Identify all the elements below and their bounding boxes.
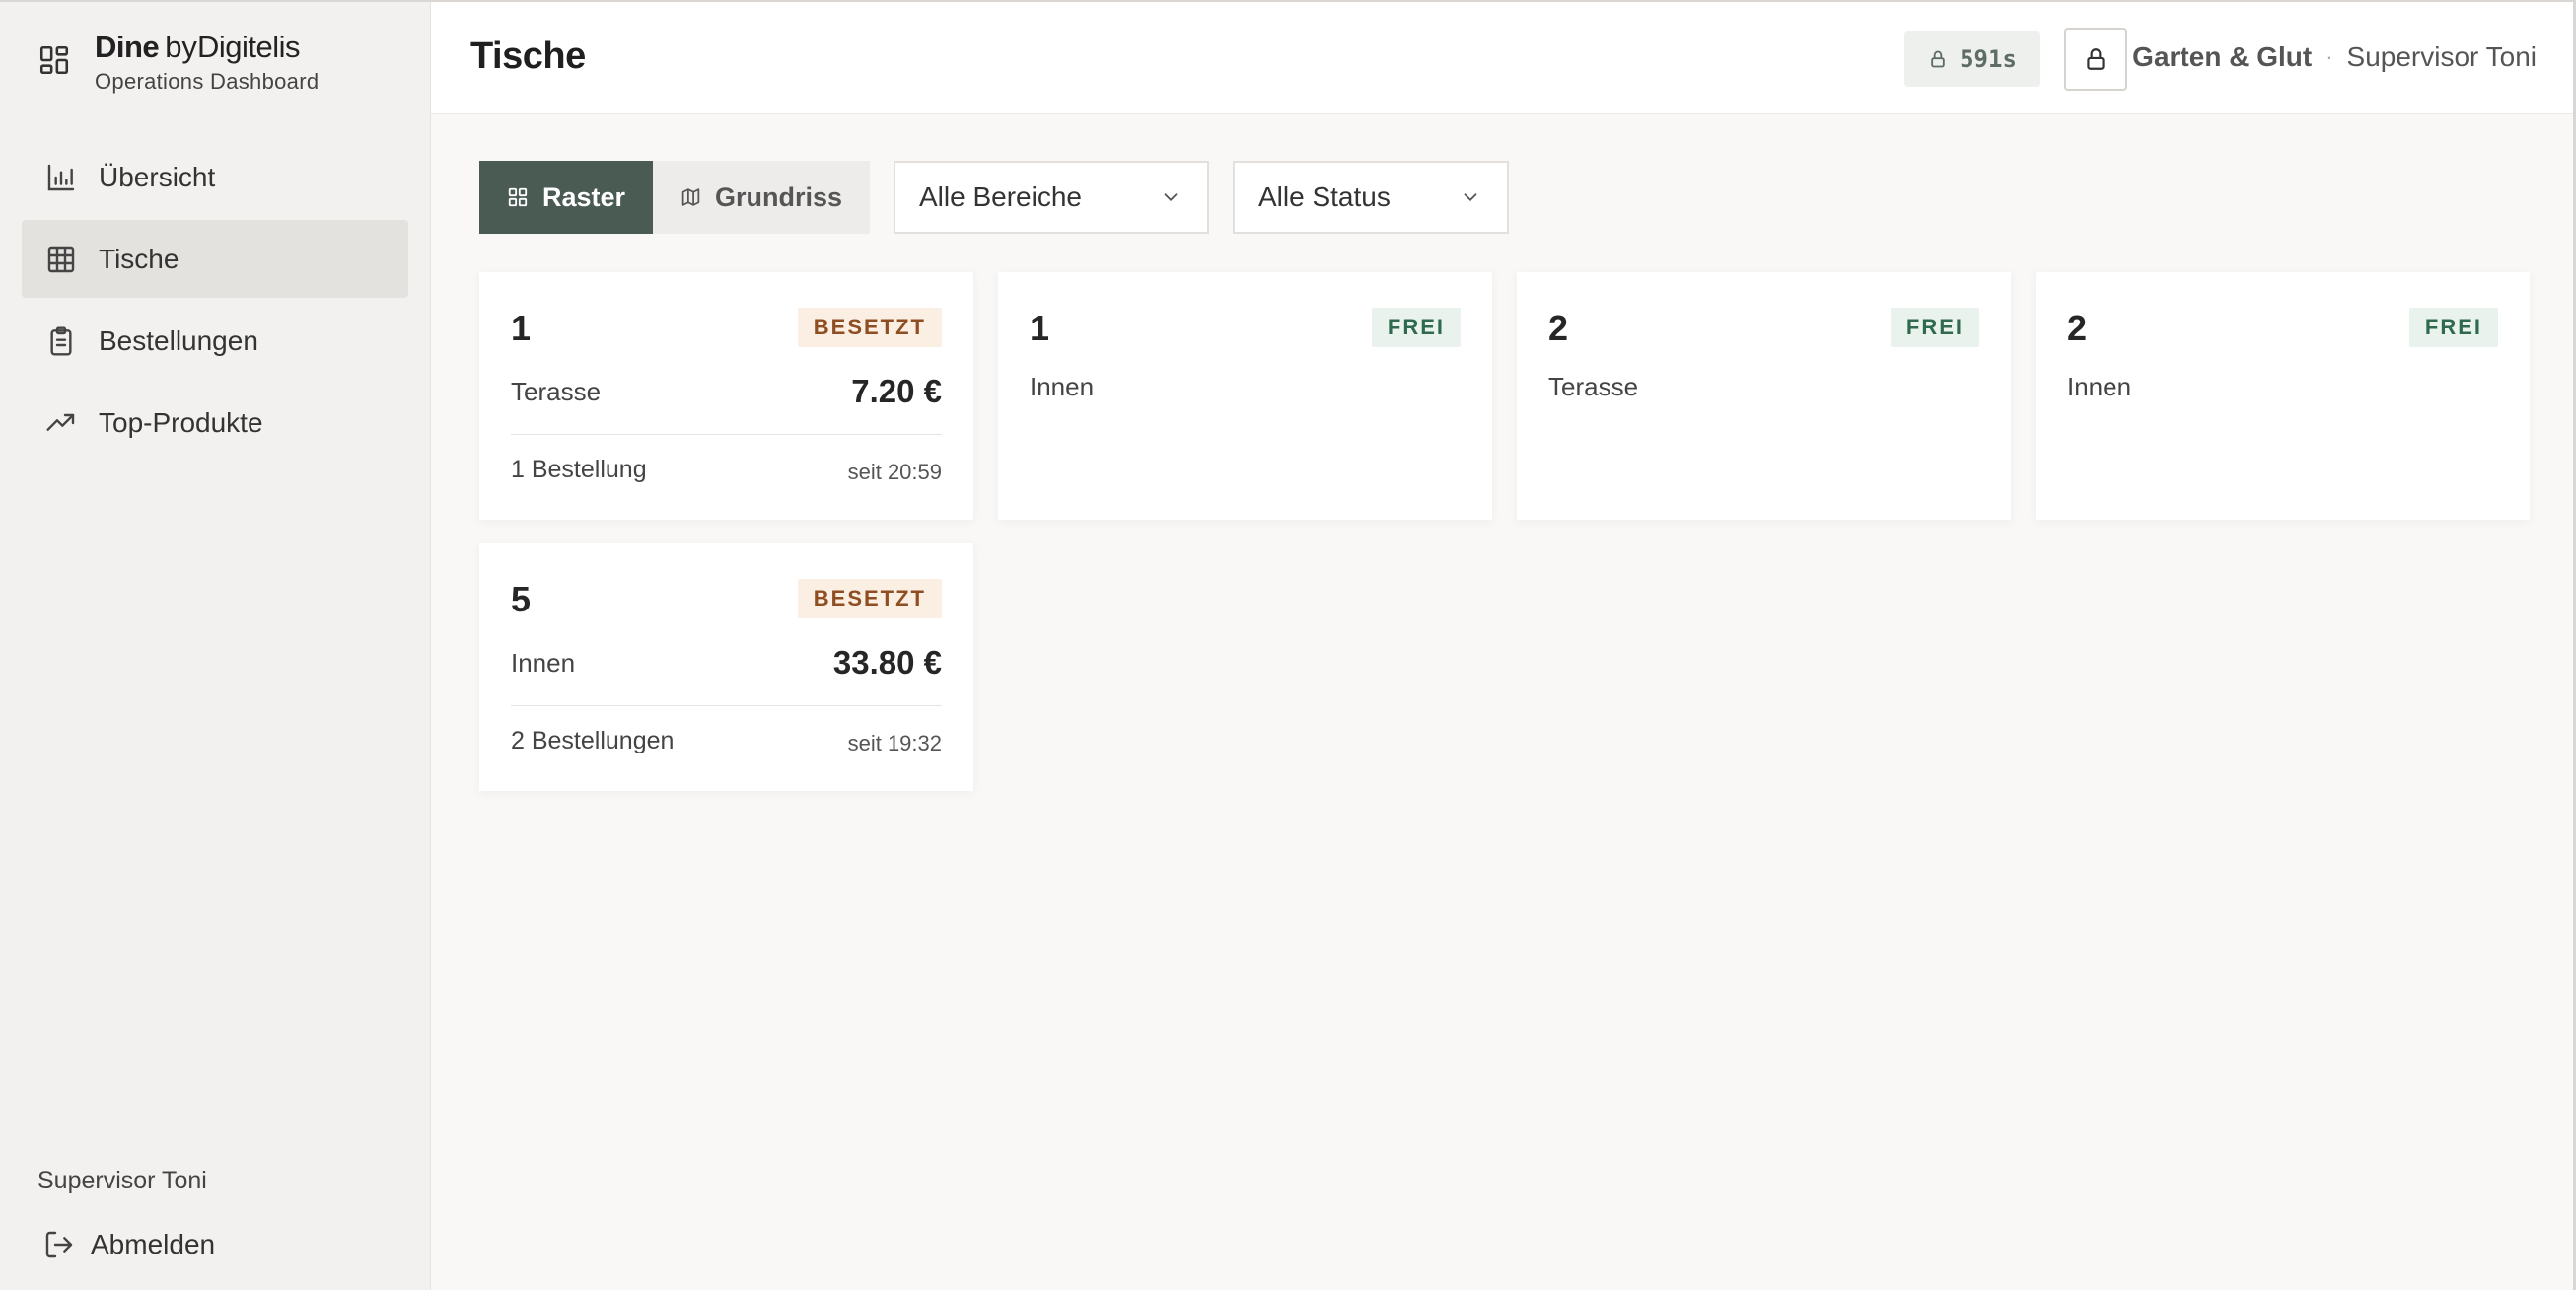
view-grid-label: Raster (541, 181, 625, 212)
brand-logo: Dine byDigitelis (95, 30, 319, 65)
table-order-count: 1 Bestellung (511, 456, 647, 483)
restaurant-name: Garten & Glut (2132, 41, 2313, 72)
table-grid: 1 BESETZT Terasse 7.20 € 1 Bestellung se… (479, 272, 2530, 791)
table-area: Innen (511, 648, 576, 678)
table-total: 33.80 € (832, 644, 942, 681)
logout-label: Abmelden (91, 1229, 216, 1259)
logout-icon (45, 1231, 73, 1258)
lock-screen-button[interactable] (2064, 28, 2127, 91)
separator: · (2326, 44, 2333, 69)
session-timer-value: 591s (1960, 44, 2017, 73)
view-grid-button[interactable]: Raster (479, 161, 653, 234)
brand-company: Digitelis (196, 30, 301, 64)
divider (511, 705, 942, 706)
sidebar: Dine byDigitelis Operations Dashboard Übe… (0, 2, 431, 1290)
chevron-down-icon (1164, 193, 1178, 202)
table-area: Innen (1030, 372, 1095, 401)
table-area: Terasse (511, 377, 602, 406)
status-filter-select[interactable]: Alle Status (1233, 161, 1509, 234)
table-occupied-since: seit 20:59 (847, 460, 942, 484)
status-badge: BESETZT (797, 308, 942, 347)
status-badge: FREI (1371, 308, 1461, 347)
app-window: Dine byDigitelis Operations Dashboard Übe… (0, 0, 2576, 1290)
main-content: Tische 591s Garten & Glut · Supervisor T… (431, 2, 2576, 1290)
status-badge: BESETZT (797, 579, 942, 618)
clipboard-icon (50, 325, 72, 356)
sidebar-item-top-produkte[interactable]: Top-Produkte (22, 384, 408, 462)
sidebar-item-bestellungen[interactable]: Bestellungen (22, 302, 408, 380)
divider (511, 434, 942, 435)
sidebar-item-label: Übersicht (99, 161, 216, 192)
table-number: 5 (511, 579, 532, 619)
dashboard-grid-icon (39, 45, 69, 75)
table-area: Terasse (1548, 372, 1639, 401)
table-number: 2 (2067, 308, 2088, 348)
chevron-down-icon (1464, 193, 1477, 202)
table-number: 2 (1548, 308, 1569, 348)
status-badge: FREI (2408, 308, 2498, 347)
table-total: 7.20 € (851, 373, 942, 409)
table-occupied-since: seit 19:32 (847, 731, 942, 755)
lock-icon (1931, 50, 1945, 67)
table-card[interactable]: 5 BESETZT Innen 33.80 € 2 Bestellungen s… (479, 543, 973, 791)
account-info: Garten & Glut · Supervisor Toni (2132, 41, 2537, 73)
sidebar-item-label: Bestellungen (99, 324, 258, 356)
area-filter-select[interactable]: Alle Bereiche (894, 161, 1209, 234)
logout-button[interactable]: Abmelden (43, 1229, 215, 1260)
brand-name: Dine (95, 30, 160, 64)
status-badge: FREI (1890, 308, 1979, 347)
grid-icon (508, 187, 528, 207)
topbar: Tische 591s Garten & Glut · Supervisor T… (431, 2, 2576, 114)
current-user: Supervisor Toni (2346, 41, 2537, 72)
toolbar: Raster Grundriss Alle Bereiche Alle Stat… (479, 161, 1509, 234)
table-card[interactable]: 2 FREI Innen (2036, 272, 2530, 520)
page-title: Tische (470, 36, 586, 77)
trending-up-icon (46, 413, 75, 431)
area-filter-value: Alle Bereiche (919, 181, 1082, 212)
view-floorplan-label: Grundriss (714, 181, 842, 212)
table-area: Innen (2067, 372, 2132, 401)
table-number: 1 (1030, 308, 1050, 348)
session-timer-badge: 591s (1904, 31, 2040, 87)
bar-chart-icon (47, 164, 75, 190)
table-number: 1 (511, 308, 532, 348)
sidebar-item-label: Top-Produkte (99, 406, 263, 438)
sidebar-item-uebersicht[interactable]: Übersicht (22, 138, 408, 216)
table-card[interactable]: 1 BESETZT Terasse 7.20 € 1 Bestellung se… (479, 272, 973, 520)
sidebar-user-name: Supervisor Toni (37, 1167, 207, 1194)
table-card[interactable]: 2 FREI Terasse (1517, 272, 2011, 520)
map-icon (681, 188, 700, 206)
table-order-count: 2 Bestellungen (511, 727, 675, 754)
brand-by: by (165, 30, 197, 64)
grid-table-icon (47, 246, 75, 272)
lock-icon (2087, 48, 2105, 70)
table-card[interactable]: 1 FREI Innen (998, 272, 1492, 520)
sidebar-nav: Übersicht Tische Bestellungen Top-Produk… (22, 138, 408, 466)
brand-subtitle: Operations Dashboard (95, 69, 320, 94)
brand: Dine byDigitelis Operations Dashboard (37, 30, 319, 95)
view-floorplan-button[interactable]: Grundriss (653, 161, 870, 234)
sidebar-item-tische[interactable]: Tische (22, 220, 408, 298)
status-filter-value: Alle Status (1258, 181, 1391, 212)
sidebar-item-label: Tische (99, 243, 179, 274)
view-toggle: Raster Grundriss (479, 161, 870, 234)
